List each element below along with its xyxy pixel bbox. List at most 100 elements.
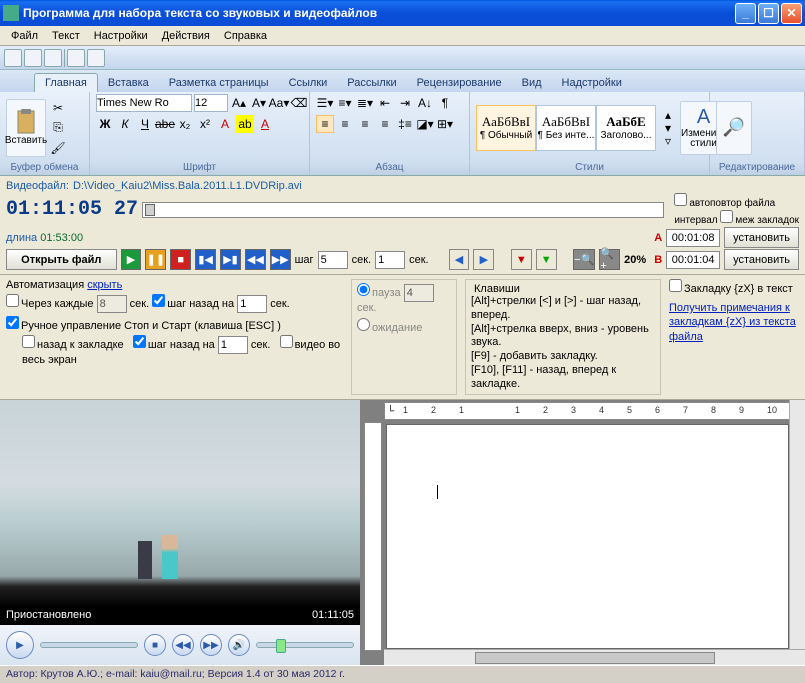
style-nospacing[interactable]: АаБбВвІ ¶ Без инте...: [536, 105, 596, 151]
zoom-in-button[interactable]: 🔍+: [599, 249, 620, 270]
mc-mute-button[interactable]: 🔊: [228, 634, 250, 656]
close-button[interactable]: ✕: [781, 3, 802, 24]
play-button[interactable]: ▶: [121, 249, 142, 270]
change-case-button[interactable]: Aa▾: [270, 94, 288, 112]
style-heading1[interactable]: АаБбЕ Заголово...: [596, 105, 656, 151]
every-check[interactable]: Через каждые: [6, 298, 94, 310]
volume-thumb[interactable]: [276, 639, 286, 653]
seek-bar[interactable]: [142, 202, 664, 218]
b-time-input[interactable]: [666, 251, 720, 269]
style-normal[interactable]: АаБбВвІ ¶ Обычный: [476, 105, 536, 151]
mc-next-button[interactable]: ▶▶: [200, 634, 222, 656]
highlight-button[interactable]: ab: [236, 115, 254, 133]
scroll-thumb-h[interactable]: [475, 652, 715, 664]
minimize-button[interactable]: _: [735, 3, 756, 24]
qat-save-button[interactable]: [4, 49, 22, 67]
mark-a-button[interactable]: ▼: [511, 249, 532, 270]
seek-thumb[interactable]: [145, 204, 155, 216]
align-justify-button[interactable]: ≡: [376, 115, 394, 133]
set-a-button[interactable]: установить: [724, 227, 799, 248]
pause-button[interactable]: ❚❚: [145, 249, 166, 270]
every-input[interactable]: [97, 295, 127, 313]
pause-input[interactable]: [404, 284, 434, 302]
align-center-button[interactable]: ≡: [336, 115, 354, 133]
manual-check[interactable]: Ручное управление Стоп и Старт (клавиша …: [6, 320, 281, 332]
step-input[interactable]: [318, 251, 348, 269]
vol-down-button[interactable]: ◀: [449, 249, 470, 270]
underline-button[interactable]: Ч: [136, 115, 154, 133]
line-spacing-button[interactable]: ‡≡: [396, 115, 414, 133]
paste-button[interactable]: Вставить: [6, 99, 46, 157]
clear-format-button[interactable]: ⌫: [290, 94, 308, 112]
get-notes-link[interactable]: Получить примечания к закладкам {zX} из …: [669, 301, 799, 344]
tab-review[interactable]: Рецензирование: [407, 74, 512, 92]
pause-radio[interactable]: пауза: [357, 287, 401, 299]
borders-button[interactable]: ⊞▾: [436, 115, 454, 133]
cut-button[interactable]: ✂: [49, 99, 67, 117]
mc-prev-button[interactable]: ◀◀: [172, 634, 194, 656]
find-button[interactable]: 🔎: [716, 101, 752, 155]
indent-left-button[interactable]: ⇤: [376, 94, 394, 112]
ruler-vertical[interactable]: [364, 422, 382, 651]
step2-input[interactable]: [375, 251, 405, 269]
strike-button[interactable]: abe: [156, 115, 174, 133]
stepback-check[interactable]: шаг назад на: [152, 298, 234, 310]
subscript-button[interactable]: x₂: [176, 115, 194, 133]
show-marks-button[interactable]: ¶: [436, 94, 454, 112]
stepback2-check[interactable]: шаг назад на: [133, 339, 215, 351]
mc-stop-button[interactable]: ■: [144, 634, 166, 656]
stepback-input[interactable]: [237, 295, 267, 313]
styles-up-button[interactable]: ▴: [659, 109, 677, 121]
hide-link[interactable]: скрыть: [87, 279, 122, 291]
bullets-button[interactable]: ☰▾: [316, 94, 334, 112]
autorepeat-check[interactable]: автоповтор файла: [674, 193, 799, 209]
vol-up-button[interactable]: ▶: [473, 249, 494, 270]
bold-button[interactable]: Ж: [96, 115, 114, 133]
align-left-button[interactable]: ≡: [316, 115, 334, 133]
bm-in-text-check[interactable]: Закладку {zX} в текст: [669, 283, 793, 295]
scrollbar-vertical[interactable]: [789, 400, 805, 649]
back-bm-check[interactable]: назад к закладке: [22, 339, 124, 351]
mc-mini-seek[interactable]: [40, 642, 138, 648]
scrollbar-horizontal[interactable]: [384, 649, 805, 665]
menu-settings[interactable]: Настройки: [87, 28, 155, 44]
a-time-input[interactable]: [666, 229, 720, 247]
styles-down-button[interactable]: ▾: [659, 122, 677, 134]
shading-button[interactable]: ◪▾: [416, 115, 434, 133]
font-color2-button[interactable]: A: [256, 115, 274, 133]
set-b-button[interactable]: установить: [724, 249, 799, 270]
grow-font-button[interactable]: A▴: [230, 94, 248, 112]
multilevel-button[interactable]: ≣▾: [356, 94, 374, 112]
italic-button[interactable]: К: [116, 115, 134, 133]
font-name-select[interactable]: [96, 94, 192, 112]
open-file-button[interactable]: Открыть файл: [6, 249, 117, 270]
maximize-button[interactable]: ☐: [758, 3, 779, 24]
qat-btn4[interactable]: [67, 49, 85, 67]
ruler-corner-icon[interactable]: └: [387, 406, 394, 417]
styles-more-button[interactable]: ▿: [659, 135, 677, 147]
format-painter-button[interactable]: 🖌: [49, 139, 67, 157]
mc-play-button[interactable]: ▶: [6, 631, 34, 659]
numbering-button[interactable]: ≡▾: [336, 94, 354, 112]
tab-insert[interactable]: Вставка: [98, 74, 159, 92]
tab-addins[interactable]: Надстройки: [552, 74, 632, 92]
shrink-font-button[interactable]: A▾: [250, 94, 268, 112]
wait-radio[interactable]: ожидание: [357, 322, 422, 334]
qat-undo-button[interactable]: [24, 49, 42, 67]
menu-actions[interactable]: Действия: [155, 28, 217, 44]
zoom-out-button[interactable]: −🔍: [573, 249, 595, 270]
video-frame[interactable]: [0, 400, 360, 607]
menu-help[interactable]: Справка: [217, 28, 274, 44]
menu-text[interactable]: Текст: [45, 28, 87, 44]
tab-mail[interactable]: Рассылки: [337, 74, 406, 92]
copy-button[interactable]: ⎘: [49, 119, 67, 137]
font-color-button[interactable]: A: [216, 115, 234, 133]
indent-right-button[interactable]: ⇥: [396, 94, 414, 112]
superscript-button[interactable]: x²: [196, 115, 214, 133]
stop-button[interactable]: ■: [170, 249, 191, 270]
forward-button[interactable]: ▶▶: [270, 249, 291, 270]
tab-links[interactable]: Ссылки: [279, 74, 338, 92]
rewind-button[interactable]: ◀◀: [245, 249, 266, 270]
tab-home[interactable]: Главная: [34, 73, 98, 92]
document-page[interactable]: [386, 424, 789, 649]
